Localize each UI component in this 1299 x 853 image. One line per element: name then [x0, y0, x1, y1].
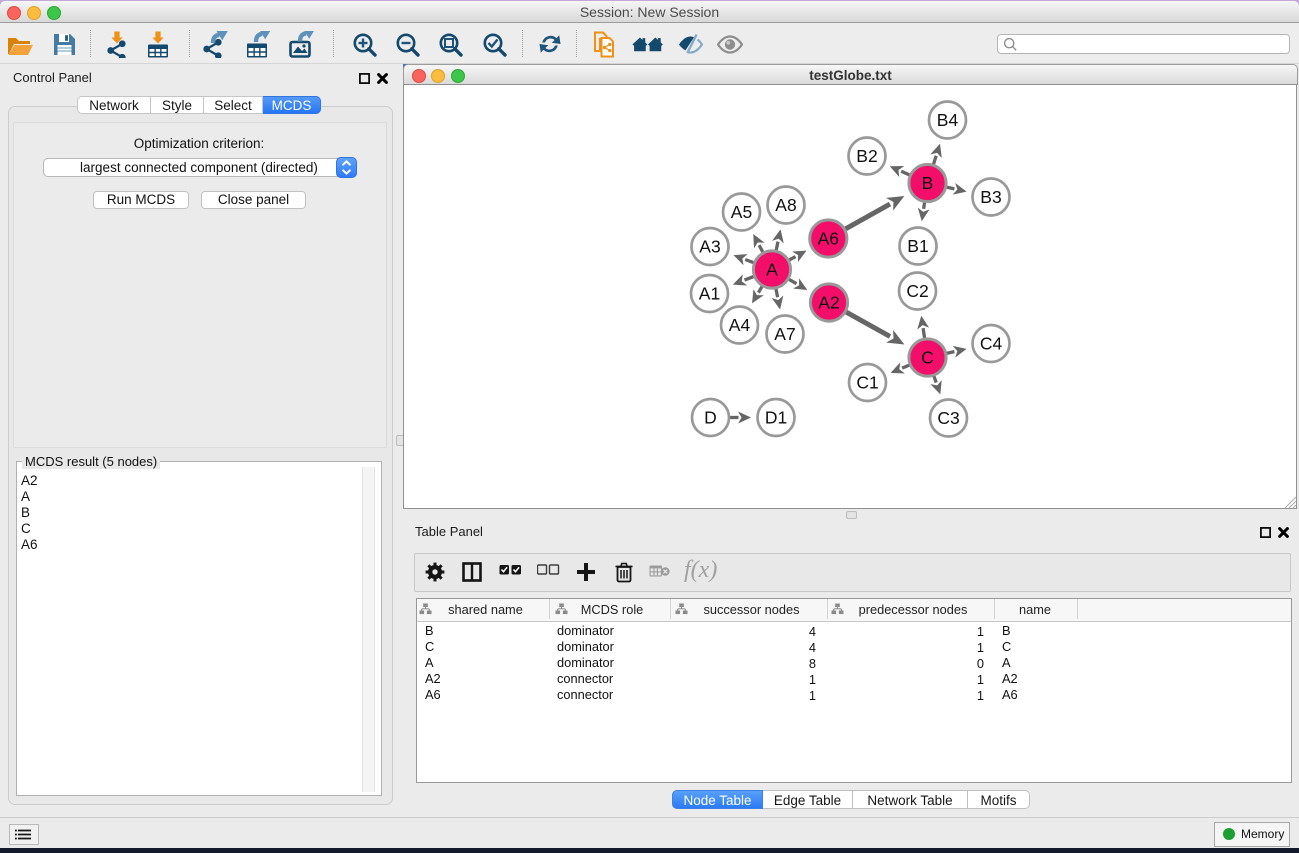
svg-text:A: A — [766, 260, 778, 280]
svg-text:B4: B4 — [937, 110, 959, 130]
svg-text:A5: A5 — [731, 202, 752, 222]
svg-text:B3: B3 — [980, 187, 1001, 207]
svg-text:D1: D1 — [765, 408, 787, 428]
svg-text:A1: A1 — [699, 284, 720, 304]
svg-text:A4: A4 — [729, 315, 751, 335]
svg-text:B: B — [922, 173, 934, 193]
svg-text:A2: A2 — [818, 293, 839, 313]
svg-text:C1: C1 — [856, 373, 878, 393]
svg-text:B2: B2 — [856, 146, 877, 166]
svg-text:C: C — [921, 348, 934, 368]
svg-text:A3: A3 — [699, 237, 720, 257]
svg-text:B1: B1 — [907, 236, 928, 256]
svg-text:C2: C2 — [906, 281, 928, 301]
svg-text:A7: A7 — [774, 324, 795, 344]
svg-text:A8: A8 — [775, 195, 796, 215]
svg-text:A6: A6 — [818, 229, 839, 249]
svg-text:C4: C4 — [980, 334, 1003, 354]
svg-text:D: D — [704, 408, 717, 428]
svg-text:C3: C3 — [937, 408, 959, 428]
